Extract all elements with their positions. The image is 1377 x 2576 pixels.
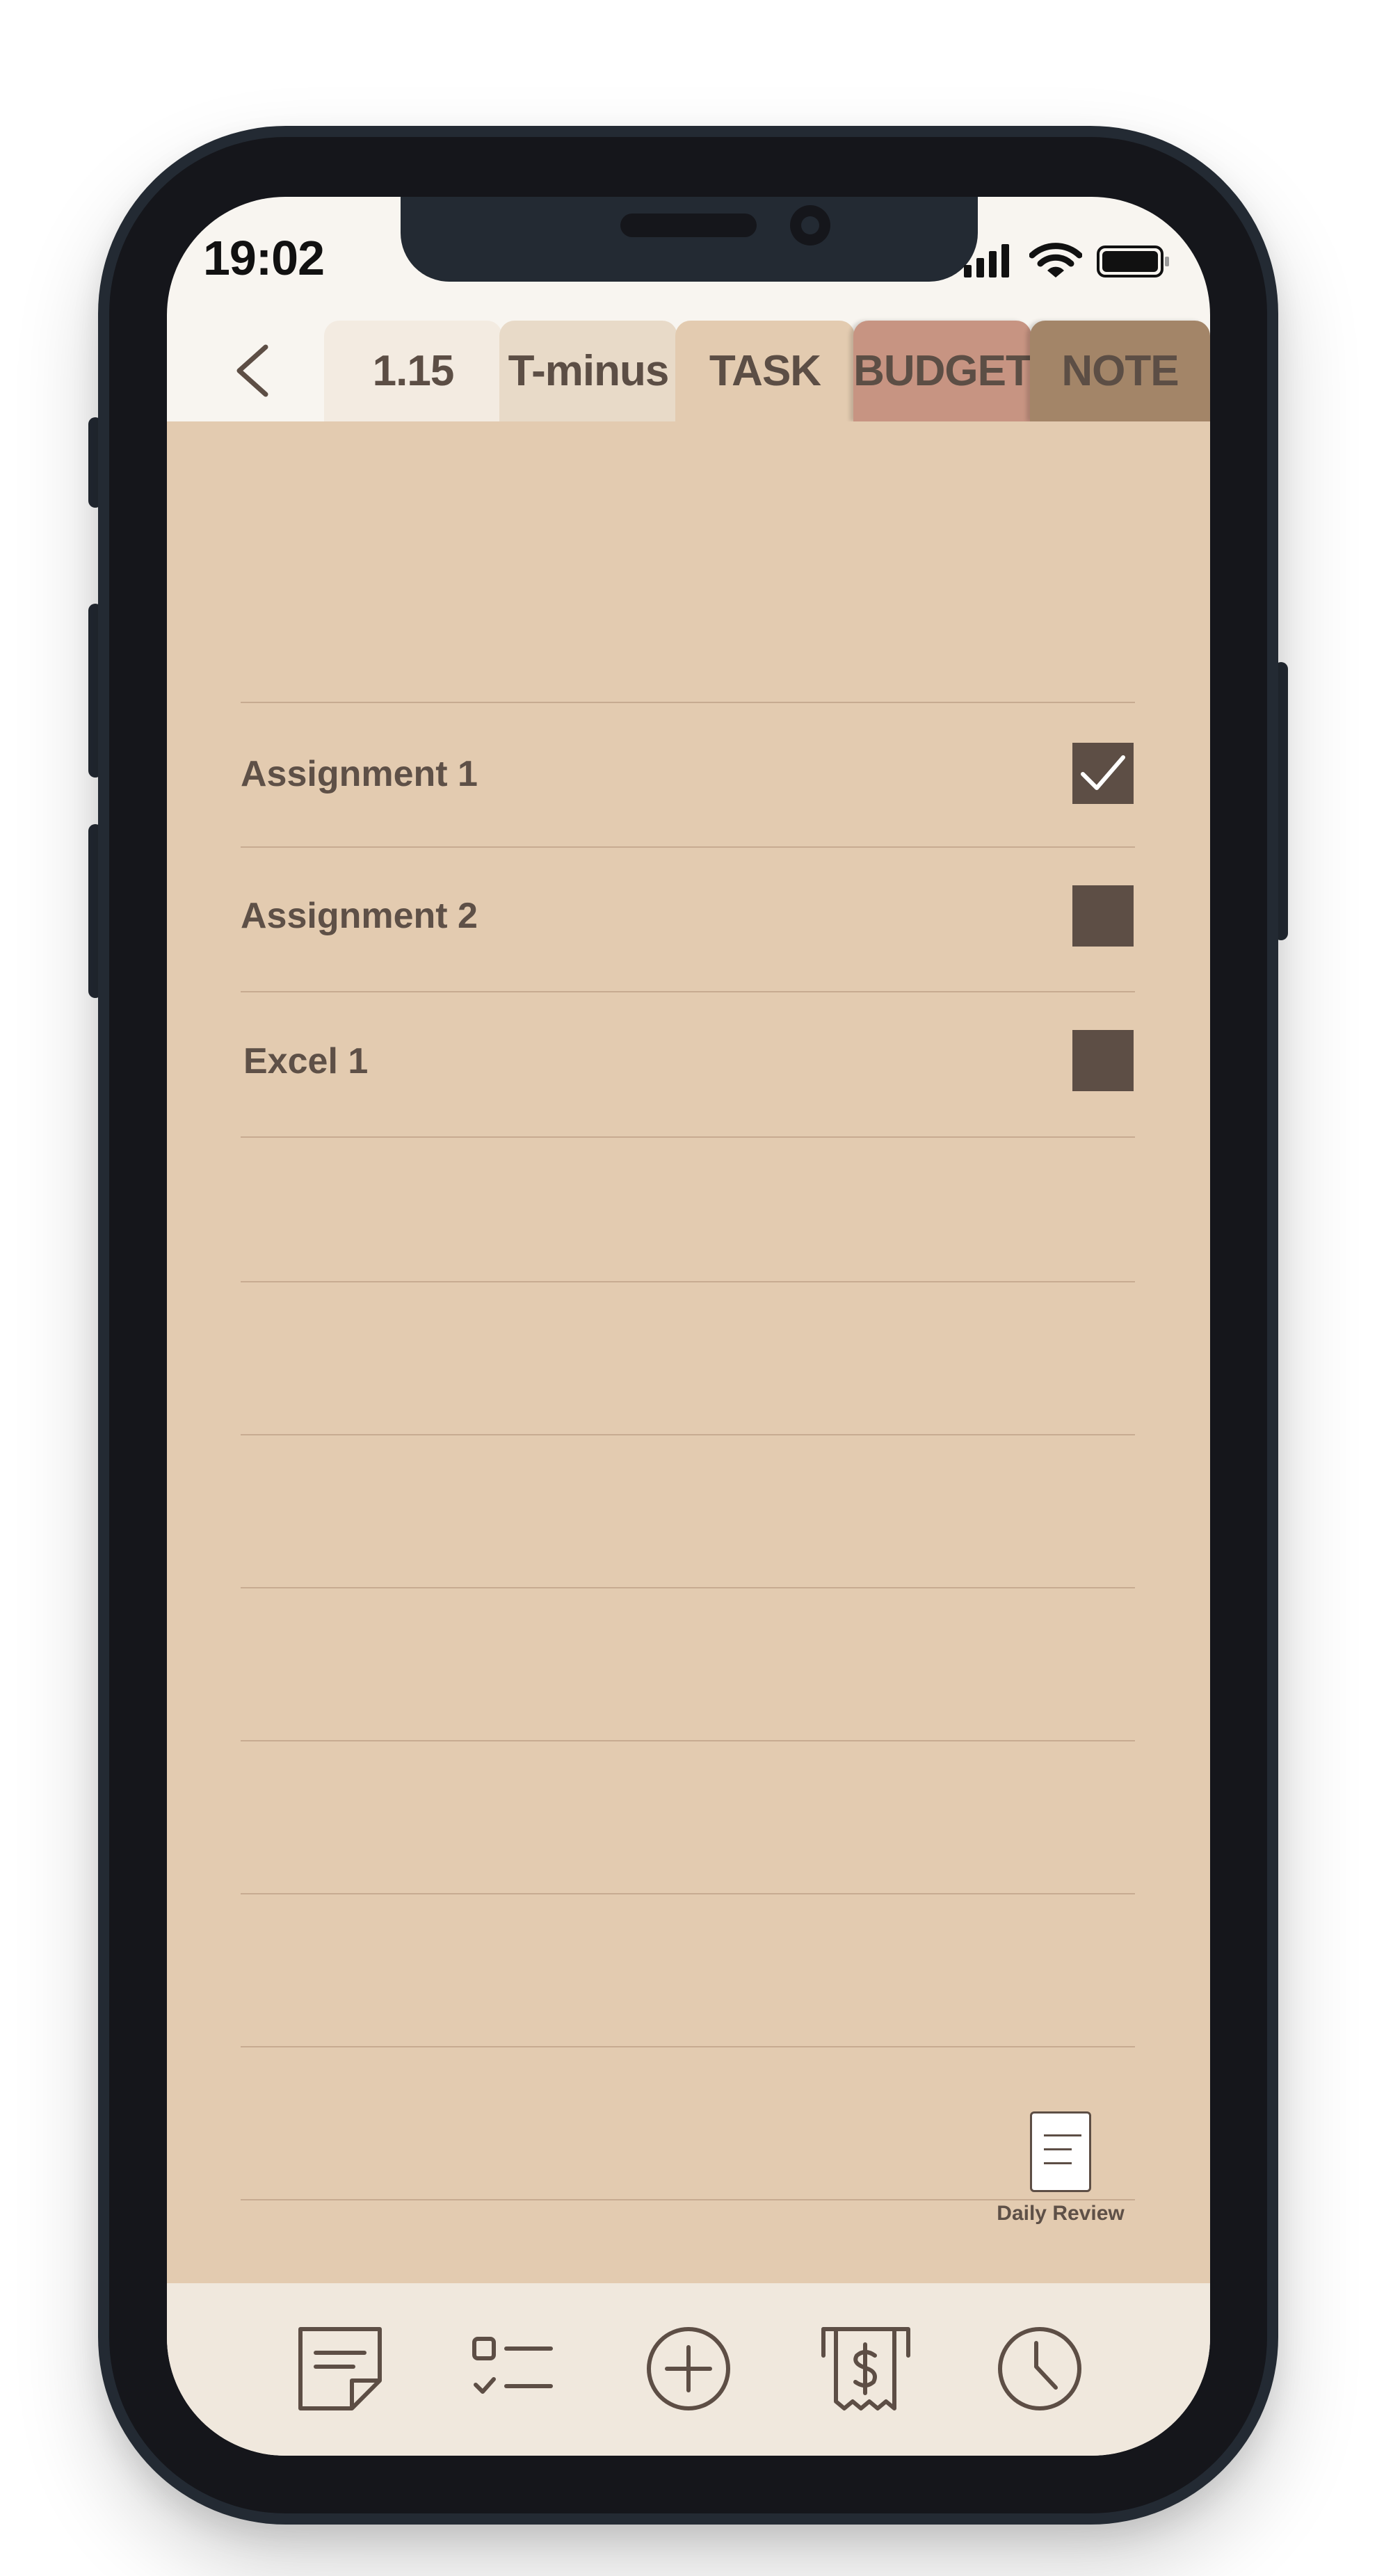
daily-review-label: Daily Review: [997, 2202, 1125, 2225]
tab-t-minus[interactable]: T-minus: [499, 321, 677, 421]
task-label: Assignment 2: [241, 896, 478, 936]
tab-date[interactable]: 1.15: [324, 321, 502, 421]
task-label: Assignment 1: [241, 754, 478, 794]
back-chevron-icon[interactable]: [227, 343, 282, 399]
nav-notes-button[interactable]: [295, 2324, 385, 2414]
divider: [241, 846, 1135, 848]
notch: [401, 197, 978, 282]
task-checkbox[interactable]: [1072, 1030, 1134, 1091]
divider: [241, 702, 1135, 703]
receipt-dollar-icon: [821, 2327, 910, 2410]
divider: [241, 2046, 1135, 2047]
divider: [241, 1281, 1135, 1282]
status-icons: [963, 241, 1171, 280]
battery-icon: [1097, 245, 1169, 277]
clock-icon: [998, 2327, 1081, 2410]
nav-add-button[interactable]: [643, 2324, 734, 2414]
tab-budget-label: BUDGET: [853, 347, 1031, 395]
front-camera: [790, 205, 830, 245]
bottom-nav: [167, 2283, 1210, 2456]
divider: [241, 991, 1135, 992]
speaker-grille: [620, 214, 757, 237]
wifi-icon: [1029, 243, 1082, 277]
add-circle-icon: [647, 2327, 730, 2410]
divider: [241, 1893, 1135, 1894]
daily-review-button[interactable]: Daily Review: [988, 2111, 1134, 2225]
checkmark-icon: [1081, 755, 1125, 790]
divider: [241, 1434, 1135, 1435]
nav-tasks-button[interactable]: [467, 2324, 558, 2414]
task-checkbox[interactable]: [1072, 885, 1134, 947]
divider: [241, 1587, 1135, 1588]
nav-time-button[interactable]: [994, 2324, 1085, 2414]
checklist-icon: [472, 2337, 553, 2394]
nav-budget-button[interactable]: [821, 2324, 911, 2414]
task-checkbox-checked[interactable]: [1072, 743, 1134, 804]
tab-t-minus-label: T-minus: [508, 347, 670, 395]
task-label: Excel 1: [243, 1041, 369, 1081]
tab-budget[interactable]: BUDGET: [853, 321, 1031, 421]
document-icon: [1030, 2111, 1091, 2192]
tab-bar: 1.15 T-minus TASK BUDGET NOTE: [167, 321, 1210, 421]
status-time: 19:02: [203, 231, 325, 285]
tab-note-label: NOTE: [1061, 347, 1179, 395]
tab-task-label: TASK: [709, 347, 821, 395]
divider: [241, 1740, 1135, 1741]
task-list: Assignment 1 Assignment 2 Excel 1 Daily …: [167, 421, 1210, 2353]
app-screen: 19:02 1.15 T-minus TASK BUDGET NOTE Assi…: [167, 197, 1210, 2456]
divider: [241, 1136, 1135, 1138]
tab-date-label: 1.15: [372, 347, 455, 395]
tab-task[interactable]: TASK: [675, 321, 855, 421]
cellular-signal-icon: [964, 244, 1009, 277]
sticky-note-icon: [298, 2327, 382, 2410]
tab-note[interactable]: NOTE: [1030, 321, 1210, 421]
